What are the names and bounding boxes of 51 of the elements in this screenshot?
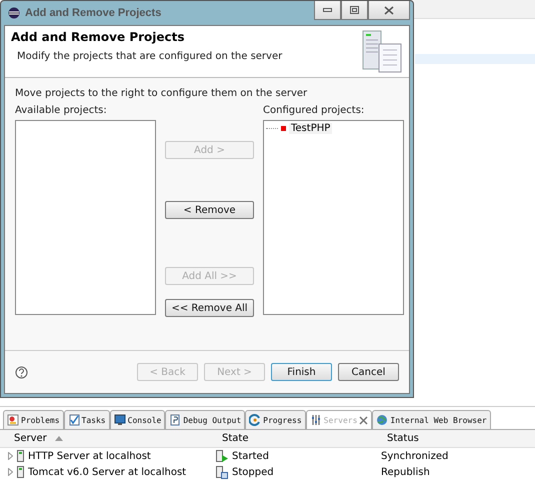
close-icon[interactable] — [359, 416, 368, 424]
server-state: Started — [232, 450, 269, 462]
column-header[interactable]: State — [208, 433, 373, 444]
view-tab[interactable]: Tasks — [64, 410, 110, 429]
server-name: Tomcat v6.0 Server at localhost — [28, 466, 186, 478]
server-stop-icon — [216, 466, 228, 478]
column-header[interactable]: Status — [373, 433, 535, 444]
move-button[interactable]: << Remove All — [165, 299, 254, 317]
minimize-button[interactable] — [314, 1, 341, 20]
view-tab[interactable]: Problems — [3, 410, 64, 429]
column-header[interactable]: Server — [0, 433, 208, 444]
globe-icon — [376, 414, 388, 426]
wizard-button[interactable]: Finish — [271, 363, 332, 381]
server-status: Republish — [381, 466, 430, 478]
configured-projects-label: Configured projects: — [263, 105, 366, 116]
dialog-description: Modify the projects that are configured on the server — [17, 51, 282, 62]
monitor-icon — [114, 414, 126, 426]
help-icon[interactable] — [15, 366, 28, 378]
window-title: Add and Remove Projects — [25, 7, 162, 19]
dialog-heading: Add and Remove Projects — [11, 30, 186, 44]
view-tab[interactable]: Progress — [245, 410, 306, 429]
view-tab[interactable]: Console — [110, 410, 166, 429]
server-name: HTTP Server at localhost — [28, 450, 151, 462]
available-projects-list[interactable] — [15, 120, 156, 315]
server-state: Stopped — [232, 466, 274, 478]
close-button[interactable] — [368, 1, 410, 20]
move-button[interactable]: < Remove — [165, 201, 254, 219]
minimize-icon — [323, 8, 332, 12]
progress-icon — [249, 414, 262, 426]
view-tab[interactable]: Internal Web Browser — [372, 410, 491, 429]
instruction-text: Move projects to the right to configure them on the server — [15, 88, 308, 99]
close-icon — [384, 6, 394, 14]
tree-line — [266, 128, 278, 129]
server-status: Synchronized — [381, 450, 448, 462]
sliders-icon — [310, 414, 322, 426]
warning-list-icon — [7, 414, 19, 426]
server-document-icon — [361, 30, 403, 74]
wizard-button[interactable]: Cancel — [338, 363, 399, 381]
app-logo-icon — [8, 7, 20, 19]
server-icon — [17, 450, 24, 462]
sort-up-icon — [54, 436, 63, 441]
available-projects-label: Available projects: — [15, 105, 108, 116]
document-icon — [169, 414, 182, 426]
server-start-icon — [216, 450, 228, 462]
maximize-button[interactable] — [341, 1, 368, 20]
configured-projects-list[interactable]: TestPHP — [263, 120, 404, 315]
view-tab[interactable]: Debug Output — [165, 410, 246, 429]
server-icon — [17, 466, 24, 478]
maximize-icon — [350, 6, 359, 14]
project-item[interactable]: TestPHP — [289, 123, 332, 134]
clipboard-check-icon — [68, 414, 80, 426]
